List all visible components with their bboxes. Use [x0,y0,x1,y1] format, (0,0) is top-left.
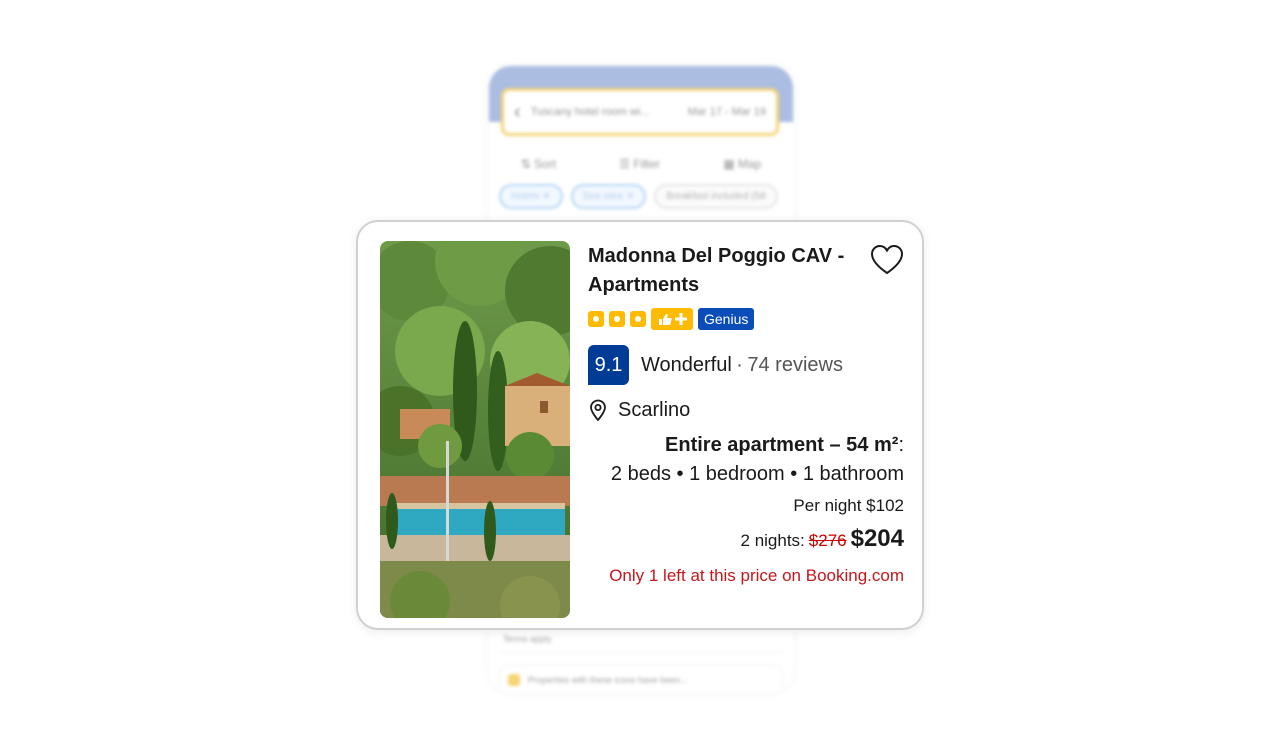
plus-glyph [674,313,687,325]
promo-icon [508,674,520,686]
filter-chip[interactable]: Breakfast included (58 [654,184,778,209]
map-button[interactable]: ▦ Map [723,157,761,171]
terms-text: Terms apply [499,626,783,653]
scarcity-message: Only 1 left at this price on Booking.com [609,566,904,585]
close-icon[interactable]: ✕ [542,191,550,202]
filter-icon: ☰ [619,157,634,171]
filter-chip[interactable]: Sea view ✕ [570,184,647,209]
sort-button[interactable]: ⇅ Sort [521,157,556,171]
property-photo-image [380,241,570,618]
thumbs-up-glyph [658,313,672,325]
map-label: Map [738,157,762,171]
rating-word: Wonderful [641,353,732,376]
thumbs-up-icon [651,308,693,330]
discounted-price: $204 [850,525,904,552]
search-dates: Mar 17 - Mar 19 [687,106,766,118]
search-bar[interactable]: ‹ Tuscany hotel room wi... Mar 17 - Mar … [501,88,779,136]
unit-type: Entire apartment – 54 m²: [588,431,904,459]
property-info: Madonna Del Poggio CAV - Apartments Geni… [588,242,904,589]
rating-separator: · [736,353,743,376]
star-icon [588,311,604,327]
close-icon[interactable]: ✕ [626,191,634,202]
chip-label: Sea view [582,191,624,202]
promo-text: Properties with these icons have been... [528,675,688,685]
filter-chips: Hotels ✕ Sea view ✕ Breakfast included (… [499,184,778,209]
map-icon: ▦ [723,157,738,171]
original-price: $276 [808,531,847,550]
nights-label: 2 nights: [740,531,805,550]
results-toolbar: ⇅ Sort ☰ Filter ▦ Map [489,144,793,184]
chip-label: Hotels [511,191,540,202]
location-pin-icon [590,399,606,421]
unit-type-suffix: : [898,434,904,456]
genius-badge: Genius [698,308,755,330]
unit-type-label: Entire apartment – 54 m² [665,434,899,456]
promo-banner: Properties with these icons have been... [499,665,783,692]
property-title[interactable]: Madonna Del Poggio CAV - Apartments [588,242,858,300]
chip-label: Breakfast included (58 [666,191,766,202]
results-footer: Terms apply Properties with these icons … [499,626,783,692]
rating-row: 9.1 Wonderful · 74 reviews [588,345,904,385]
screen: ‹ Tuscany hotel room wi... Mar 17 - Mar … [0,0,1280,754]
filter-button[interactable]: ☰ Filter [619,157,660,171]
property-card[interactable]: Madonna Del Poggio CAV - Apartments Geni… [356,220,924,630]
sort-icon: ⇅ [520,157,535,171]
heart-icon[interactable] [870,244,904,276]
property-photo[interactable] [380,241,570,618]
review-count: 74 reviews [747,353,843,376]
sort-label: Sort [534,157,557,171]
search-query: Tuscany hotel room wi... [530,106,650,118]
location-row: Scarlino [588,397,904,423]
filter-label: Filter [633,157,661,171]
total-price-row: 2 nights: $276 $204 [588,525,904,553]
filter-chip[interactable]: Hotels ✕ [499,184,563,209]
per-night-price: Per night $102 [793,496,904,515]
back-arrow-icon[interactable]: ‹ [514,102,521,122]
star-icon [630,311,646,327]
unit-details: 2 beds • 1 bedroom • 1 bathroom [610,463,904,485]
badges-row: Genius [588,307,904,331]
review-score-badge: 9.1 [588,345,629,385]
star-icon [609,311,625,327]
location-name: Scarlino [618,398,691,421]
